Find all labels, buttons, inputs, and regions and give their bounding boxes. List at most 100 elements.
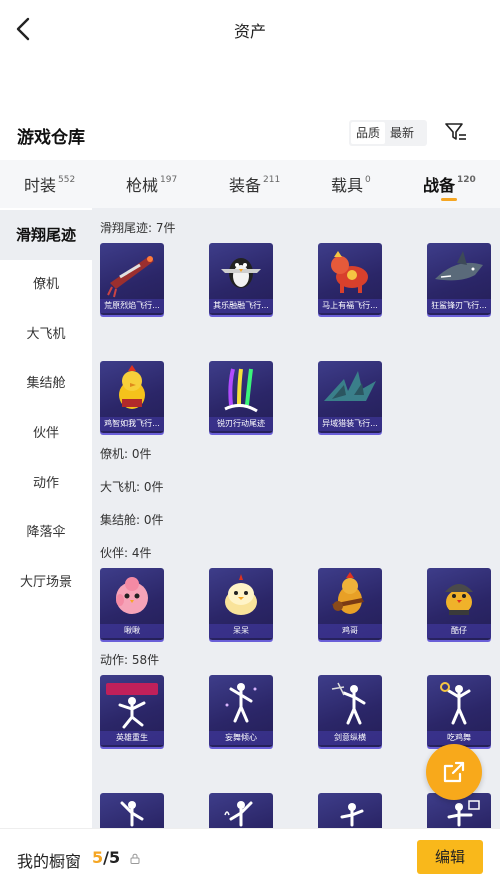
edit-button[interactable]: 编辑 bbox=[417, 840, 483, 874]
item-card[interactable]: 吃鸡舞 bbox=[427, 675, 491, 747]
sidebar-item-parachute[interactable]: 降落伞 bbox=[0, 508, 92, 558]
lock-icon bbox=[130, 853, 140, 864]
item-card[interactable]: 锐刃行动尾迹 bbox=[209, 361, 273, 433]
penguin-plane-trail-icon bbox=[221, 258, 261, 288]
tab-label: 枪械 bbox=[126, 176, 159, 195]
item-card[interactable]: 鸡智如我飞行... bbox=[100, 361, 164, 433]
item-name: 其乐融融飞行... bbox=[209, 299, 273, 313]
item-name: 马上有福飞行... bbox=[318, 299, 382, 313]
hero-reborn-emote-icon bbox=[106, 683, 158, 729]
tab-count: 552 bbox=[58, 174, 76, 185]
yellow-chick-icon bbox=[225, 574, 257, 615]
showcase-current: 5 bbox=[92, 848, 104, 867]
helmet-chick-icon bbox=[445, 584, 473, 615]
top-nav-bar: 资产 bbox=[0, 0, 500, 60]
item-name: 狂鲨锋刃飞行... bbox=[427, 299, 491, 313]
item-card[interactable]: 啾啾 bbox=[100, 568, 164, 640]
section-label-emote: 动作: 58件 bbox=[100, 653, 160, 667]
showcase-label: 我的橱窗 bbox=[17, 852, 82, 871]
item-card[interactable]: 马上有福飞行... bbox=[318, 243, 382, 315]
item-name: 锐刃行动尾迹 bbox=[209, 417, 273, 431]
shark-blade-trail-icon bbox=[435, 251, 483, 281]
item-card[interactable] bbox=[209, 793, 273, 828]
section-label-partner: 伙伴: 4件 bbox=[100, 546, 152, 560]
item-card[interactable]: 剑意纵横 bbox=[318, 675, 382, 747]
section-label-big-plane: 大飞机: 0件 bbox=[100, 480, 164, 494]
red-horse-trail-icon bbox=[331, 251, 368, 293]
item-card[interactable]: 呆呆 bbox=[209, 568, 273, 640]
tab-count: 120 bbox=[457, 174, 476, 185]
chicken-trail-icon bbox=[119, 365, 145, 409]
section-label-glide-trail: 滑翔尾迹: 7件 bbox=[100, 221, 176, 235]
sort-by-latest-button[interactable]: 最新 bbox=[385, 122, 419, 144]
tab-label: 时装 bbox=[24, 176, 57, 195]
warehouse-title: 游戏仓库 bbox=[17, 128, 85, 148]
dragon-wing-trail-icon bbox=[324, 371, 376, 401]
tab-equipment[interactable]: 装备 211 bbox=[229, 172, 280, 196]
tab-count: 0 bbox=[365, 174, 371, 185]
flame-weapon-trail-icon bbox=[107, 256, 154, 298]
tab-label: 装备 bbox=[229, 176, 262, 195]
item-card[interactable]: 狂鲨锋刃飞行... bbox=[427, 243, 491, 315]
item-name: 呆呆 bbox=[209, 624, 273, 638]
warehouse-header: 游戏仓库 品质 最新 bbox=[0, 116, 500, 152]
item-card[interactable]: 酷仔 bbox=[427, 568, 491, 640]
item-name: 荒原烈焰飞行... bbox=[100, 299, 164, 313]
item-card[interactable] bbox=[318, 793, 382, 828]
sidebar-item-big-plane[interactable]: 大飞机 bbox=[0, 310, 92, 360]
item-grid-area: 滑翔尾迹: 7件 荒原烈焰飞行... 其乐融融飞行... 马上有福飞行... 狂… bbox=[92, 208, 500, 828]
filter-button[interactable] bbox=[444, 120, 468, 144]
item-name: 妄舞倾心 bbox=[209, 731, 273, 745]
item-card[interactable]: 英雄重生 bbox=[100, 675, 164, 747]
item-name: 啾啾 bbox=[100, 624, 164, 638]
guitar-rooster-icon bbox=[332, 572, 364, 614]
item-name: 吃鸡舞 bbox=[427, 731, 491, 745]
showcase-count: 5/5 bbox=[92, 848, 120, 867]
item-card[interactable]: 荒原烈焰飞行... bbox=[100, 243, 164, 315]
tab-guns[interactable]: 枪械 197 bbox=[126, 172, 177, 196]
chicken-dance-emote-icon bbox=[440, 682, 471, 725]
item-card[interactable]: 鸡哥 bbox=[318, 568, 382, 640]
category-tabs: 时装 552 枪械 197 装备 211 载具 0 战备 120 bbox=[0, 160, 500, 208]
sort-toggle: 品质 最新 bbox=[349, 120, 427, 146]
sidebar-item-glide-trail[interactable]: 滑翔尾迹 bbox=[0, 210, 92, 260]
pink-bird-icon bbox=[116, 577, 148, 614]
showcase-total: 5 bbox=[108, 848, 121, 867]
page-title: 资产 bbox=[233, 22, 266, 41]
item-name: 异域猎装飞行... bbox=[318, 417, 382, 431]
tab-combat-gear[interactable]: 战备 120 bbox=[423, 172, 476, 201]
share-external-icon bbox=[443, 761, 465, 783]
tab-fashion[interactable]: 时装 552 bbox=[24, 172, 75, 196]
share-button[interactable] bbox=[426, 744, 482, 800]
item-name: 酷仔 bbox=[427, 624, 491, 638]
section-label-assembly-pod: 集结舱: 0件 bbox=[100, 513, 164, 527]
item-card[interactable]: 妄舞倾心 bbox=[209, 675, 273, 747]
sidebar-item-lobby-scene[interactable]: 大厅场景 bbox=[0, 558, 92, 608]
item-card[interactable]: 异域猎装飞行... bbox=[318, 361, 382, 433]
sidebar-item-wingman[interactable]: 僚机 bbox=[0, 260, 92, 310]
section-label-wingman: 僚机: 0件 bbox=[100, 447, 152, 461]
item-card[interactable] bbox=[100, 793, 164, 828]
tab-label: 载具 bbox=[331, 176, 364, 195]
dance-emote-icon bbox=[224, 801, 253, 827]
sidebar-item-emote[interactable]: 动作 bbox=[0, 459, 92, 509]
tab-count: 197 bbox=[160, 174, 178, 185]
tab-count: 211 bbox=[263, 174, 281, 185]
sidebar-item-assembly-pod[interactable]: 集结舱 bbox=[0, 359, 92, 409]
sword-emote-icon bbox=[331, 682, 366, 725]
item-name: 鸡智如我飞行... bbox=[100, 417, 164, 431]
item-name: 英雄重生 bbox=[100, 731, 164, 745]
sort-by-quality-button[interactable]: 品质 bbox=[351, 122, 386, 144]
item-name: 鸡哥 bbox=[318, 624, 382, 638]
dance-emote-icon bbox=[120, 801, 144, 827]
sidebar-item-partner[interactable]: 伙伴 bbox=[0, 409, 92, 459]
active-tab-indicator bbox=[441, 198, 457, 201]
tab-vehicles[interactable]: 载具 0 bbox=[331, 172, 371, 196]
item-card[interactable]: 其乐融融飞行... bbox=[209, 243, 273, 315]
dance-emote-icon bbox=[225, 683, 257, 723]
tab-label: 战备 bbox=[423, 176, 456, 195]
sidebar: 滑翔尾迹 僚机 大飞机 集结舱 伙伴 动作 降落伞 大厅场景 bbox=[0, 208, 92, 828]
showcase-bar: 我的橱窗 5/5 编辑 bbox=[0, 828, 500, 885]
dance-emote-icon bbox=[340, 803, 364, 827]
item-name: 剑意纵横 bbox=[318, 731, 382, 745]
